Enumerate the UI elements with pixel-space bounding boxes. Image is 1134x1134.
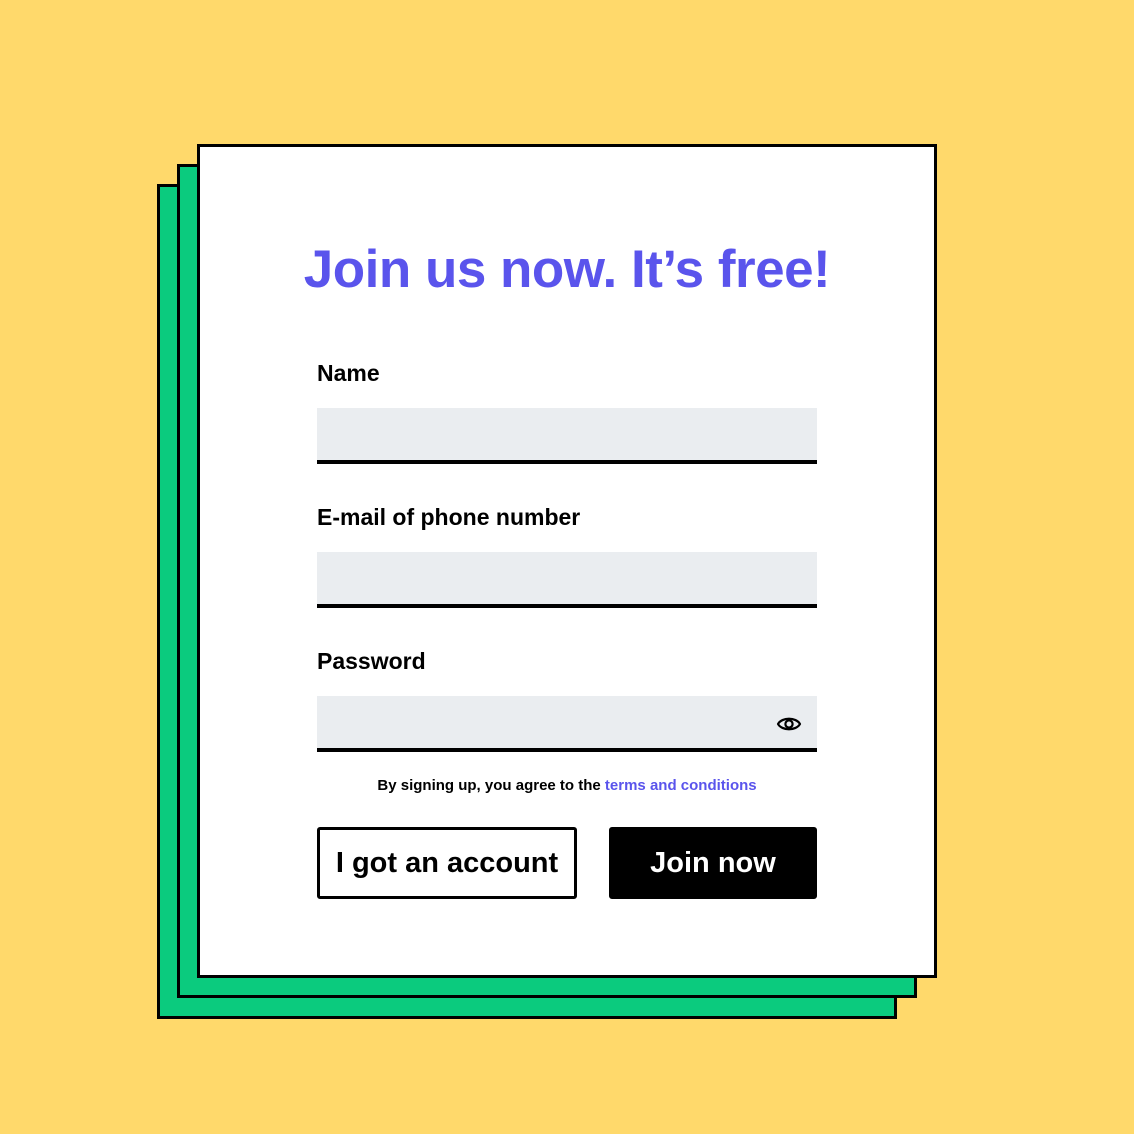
name-label: Name — [317, 360, 380, 386]
terms-prefix: By signing up, you agree to the — [377, 777, 605, 794]
password-input[interactable] — [317, 696, 817, 752]
email-phone-input[interactable] — [317, 552, 817, 608]
eye-icon[interactable] — [775, 710, 803, 738]
terms-notice: By signing up, you agree to the terms an… — [0, 775, 1134, 797]
login-button[interactable]: I got an account — [317, 827, 577, 899]
terms-link[interactable]: terms and conditions — [605, 777, 757, 794]
join-now-button[interactable]: Join now — [609, 827, 817, 899]
form-title: Join us now. It’s free! — [303, 240, 831, 299]
password-label: Password — [317, 648, 426, 674]
email-phone-label: E-mail of phone number — [317, 504, 581, 530]
name-input[interactable] — [317, 408, 817, 464]
